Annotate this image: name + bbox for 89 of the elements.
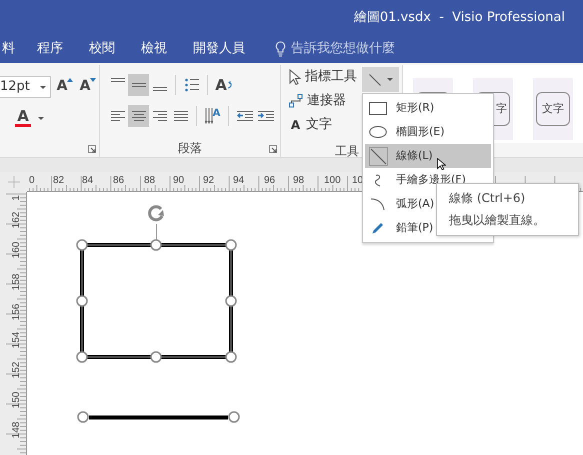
squiggle-icon [375,174,381,186]
decrease-indent-icon [236,110,252,122]
pointer-icon [289,68,301,84]
selection-handle[interactable] [76,351,88,363]
ruler-label: 86 [113,175,124,186]
grow-font-button[interactable]: A [56,76,74,98]
ruler-label: 90 [173,175,184,186]
ruler-label: 100 [324,175,341,186]
ruler-label: 0 [29,175,35,186]
align-center-button[interactable] [128,105,149,127]
align-right-icon [152,110,166,122]
ruler-label: 150 [11,392,22,408]
align-top-icon [110,78,124,83]
align-center-icon [132,110,146,122]
selection-handle[interactable] [150,239,162,251]
align-left-icon [110,110,124,122]
selection-handle[interactable] [150,351,162,363]
group-label: 工具 [335,144,359,158]
selection-handle[interactable] [228,411,240,423]
letter-a-icon: A [289,116,302,134]
ruler-label: 94 [233,175,244,186]
ruler-label: 158 [11,274,22,290]
align-middle-button[interactable] [128,74,149,96]
selection-handle[interactable] [225,351,237,363]
style-preview: 文字 [536,92,570,126]
font-size-dropdown[interactable]: 12pt [0,76,51,98]
ruler-label: 152 [11,362,22,378]
ruler-label: 160 [11,242,22,258]
ruler-label: 96 [264,175,276,186]
line-icon [368,146,388,166]
tooltip-title: 線條 (Ctrl+6) [449,190,526,207]
ribbon-tab[interactable]: 程序 [37,39,63,59]
line-spacing-button[interactable]: A [202,105,223,127]
increase-indent-icon [258,110,274,122]
style-gallery-item[interactable]: 文字 [533,78,573,140]
align-bottom-icon [152,87,166,92]
ruler-label: 82 [53,175,64,186]
ellipse-icon [369,126,387,138]
line-icon [368,74,380,86]
line-tool-dropdown[interactable] [362,67,399,92]
menu-item[interactable]: 線條(L) [365,144,491,168]
ruler-label: 98 [293,175,304,186]
selection-handle[interactable] [77,411,89,423]
caret-icon[interactable] [40,86,46,88]
rectangle-shape[interactable] [80,243,233,359]
down-triangle-icon [90,78,96,82]
arc-icon [371,198,385,210]
ribbon-tab[interactable]: 校閱 [89,39,115,59]
tool-button[interactable]: 文字 [306,114,332,134]
tool-button[interactable]: 指標工具 [305,66,357,86]
selection-handle[interactable] [225,295,237,307]
ruler-label: 162 [11,212,22,228]
mouse-pointer-icon [437,158,446,170]
curved-arrow-icon [226,81,233,89]
bullet-list-icon [184,78,198,92]
align-middle-icon [132,82,146,88]
font-color-button[interactable]: A [14,107,32,129]
rotation-handle-icon[interactable] [148,205,164,222]
text-direction-button[interactable]: A [213,74,235,96]
ruler-label: 84 [82,175,94,186]
window-title: 繪圖01.vsdx - Visio Professional [354,8,565,27]
selection-handle[interactable] [76,239,88,251]
caret-icon[interactable] [38,116,44,120]
ribbon-tab[interactable]: 開發人員 [193,39,245,59]
connector-icon [289,94,303,108]
ribbon-tab[interactable]: 檢視 [141,39,167,59]
ruler-label: 148 [11,422,22,438]
ruler-label: 92 [203,175,214,186]
group-label: 段落 [178,141,202,155]
shrink-font-button[interactable]: A [79,76,97,98]
tooltip-text: 拖曳以繪製直線。 [449,212,546,229]
rectangle-icon [369,102,387,114]
lightbulb-icon [275,41,286,57]
tell-me-field[interactable]: 告訴我您想做什麼 [291,39,395,59]
pencil-icon [372,222,384,234]
caret-icon [386,78,392,81]
down-arrows-icon [204,108,213,124]
justify-icon [174,110,188,122]
dialog-launcher-icon[interactable] [88,145,96,153]
tool-button[interactable]: 連接器 [307,90,346,110]
selection-handle[interactable] [76,295,88,307]
ruler-label: 156 [11,304,22,320]
dialog-launcher-icon[interactable] [269,145,277,153]
selection-handle[interactable] [225,239,237,251]
ribbon-tab[interactable]: 料 [2,39,15,59]
ruler-label: 88 [144,175,156,186]
ruler-label: 154 [11,332,22,348]
ruler-label: 1 [11,195,22,201]
up-triangle-icon [67,78,74,82]
